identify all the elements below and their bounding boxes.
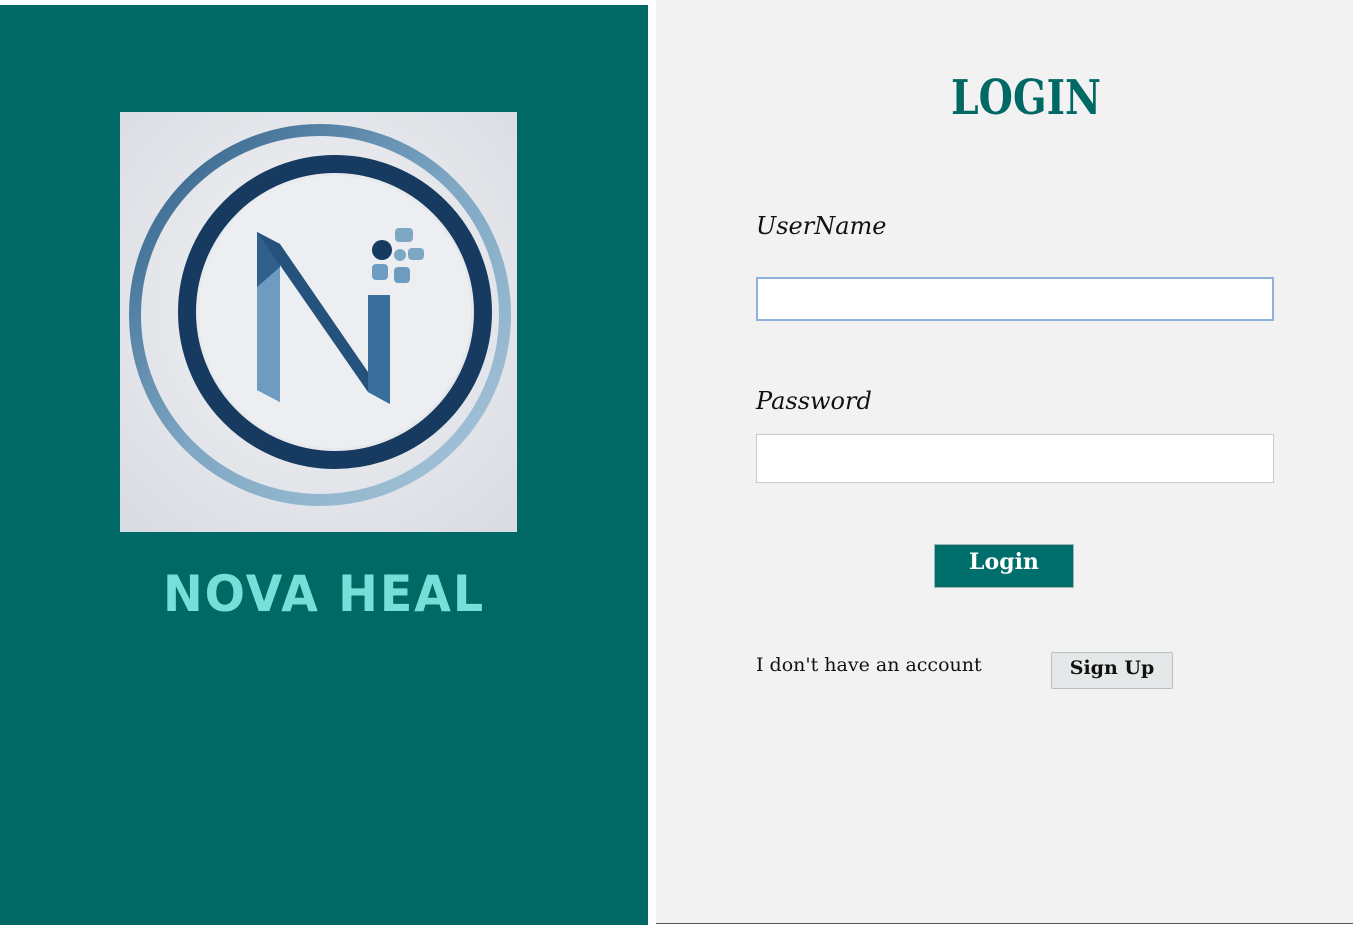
app-window: NOVA HEAL LOGIN UserName Password Login …	[0, 0, 1353, 925]
login-panel: LOGIN UserName Password Login I don't ha…	[656, 0, 1353, 924]
login-title: LOGIN	[951, 70, 1101, 126]
password-label: Password	[756, 387, 872, 415]
password-input[interactable]	[756, 434, 1274, 483]
brand-name: NOVA HEAL	[162, 565, 486, 623]
brand-panel: NOVA HEAL	[0, 5, 648, 925]
nova-heal-logo	[120, 112, 517, 532]
login-button[interactable]: Login	[934, 544, 1074, 588]
logo-graphic	[120, 112, 517, 532]
sign-up-button[interactable]: Sign Up	[1051, 652, 1173, 689]
username-label: UserName	[756, 212, 887, 240]
no-account-text: I don't have an account	[756, 654, 982, 676]
username-input[interactable]	[756, 277, 1274, 321]
